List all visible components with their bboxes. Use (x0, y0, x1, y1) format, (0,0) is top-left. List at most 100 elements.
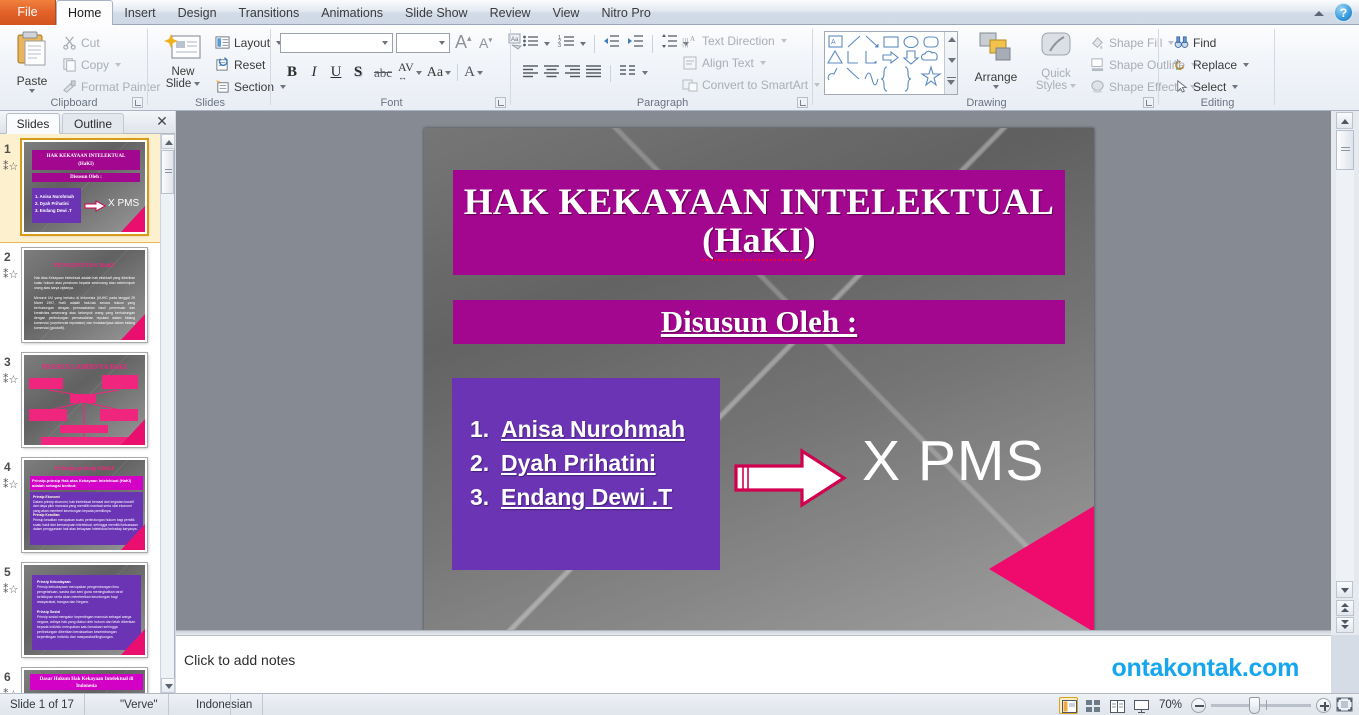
underline-button[interactable]: U (326, 64, 346, 81)
slide-thumbnail-2[interactable]: 2 ⁑☆ PENGERTIAN HaKI Hak Atas Kekayaan I… (0, 242, 160, 347)
align-text-button[interactable]: Align Text (678, 53, 770, 73)
language-indicator[interactable]: Indonesian (186, 694, 264, 715)
drawing-dialog-launcher[interactable] (1143, 97, 1154, 108)
panel-scroll-up-button[interactable] (161, 134, 175, 149)
shapes-scroll-up-icon[interactable] (948, 37, 956, 42)
tab-slide-show[interactable]: Slide Show (394, 2, 479, 25)
font-size-caret-icon[interactable] (439, 41, 445, 45)
shapes-scroll-down-icon[interactable] (948, 58, 956, 63)
panel-scroll-down-button[interactable] (161, 678, 175, 693)
slide-show-view-button[interactable] (1131, 697, 1150, 714)
font-name-input[interactable] (280, 33, 393, 53)
convert-to-smartart-button[interactable]: Convert to SmartArt (678, 75, 824, 95)
tab-design[interactable]: Design (167, 2, 228, 25)
align-left-button[interactable] (522, 63, 539, 83)
strikethrough-button[interactable]: abc (370, 65, 396, 81)
arrange-caret-icon[interactable] (993, 85, 999, 89)
previous-slide-button[interactable] (1336, 600, 1354, 616)
zoom-slider-handle[interactable] (1249, 696, 1260, 714)
italic-button[interactable]: I (304, 64, 324, 81)
reading-view-button[interactable] (1107, 697, 1126, 714)
select-button[interactable]: Select (1170, 77, 1242, 96)
slide-names-box[interactable]: 1. Anisa Nurohmah 2. Dyah Prihatini 3. E… (452, 378, 720, 570)
shrink-font-button[interactable]: A▾ (479, 35, 492, 51)
justify-button[interactable] (585, 63, 602, 83)
align-text-caret-icon[interactable] (759, 61, 766, 65)
tab-transitions[interactable]: Transitions (228, 2, 311, 25)
slide-thumbnail-3[interactable]: 3 ⁑☆ PROSES LAHIRNYA HaKI (0, 347, 160, 452)
shapes-more-icon[interactable] (947, 77, 956, 85)
panel-scrollbar[interactable] (160, 134, 175, 693)
scroll-down-button[interactable] (1336, 581, 1353, 598)
numbering-caret-icon[interactable] (580, 41, 586, 46)
chevron-up-icon[interactable] (1311, 5, 1327, 21)
font-dialog-launcher[interactable] (495, 97, 506, 108)
font-name-caret-icon[interactable] (382, 41, 388, 45)
quick-styles-button[interactable]: Quick Styles (1028, 31, 1084, 92)
increase-indent-button[interactable] (627, 33, 644, 54)
text-direction-button[interactable]: ||| A Text Direction (678, 31, 791, 51)
decrease-indent-button[interactable] (603, 33, 620, 54)
text-shadow-button[interactable]: S (348, 64, 368, 81)
tab-insert[interactable]: Insert (113, 2, 166, 25)
slide-sorter-view-button[interactable] (1083, 697, 1102, 714)
zoom-out-button[interactable] (1191, 697, 1206, 713)
thumbnail-image[interactable]: PROSES LAHIRNYA HaKI (21, 352, 148, 448)
bold-button[interactable]: B (282, 64, 302, 81)
tab-nitro-pro[interactable]: Nitro Pro (590, 2, 661, 25)
slide-title-placeholder[interactable]: HAK KEKAYAAN INTELEKTUAL (HaKI) (453, 170, 1065, 275)
help-icon[interactable]: ? (1334, 3, 1353, 22)
line-spacing-button[interactable] (661, 33, 678, 54)
thumbnail-image[interactable]: Prinsip Kebudayaan Prinsip kebudayaan me… (21, 562, 148, 658)
close-icon[interactable]: ✕ (154, 114, 170, 130)
slide-callout-text[interactable]: X PMS (862, 428, 1044, 494)
select-caret-icon[interactable] (1232, 84, 1239, 89)
tab-slides[interactable]: Slides (6, 113, 60, 134)
next-slide-button[interactable] (1336, 617, 1354, 633)
font-color-button[interactable]: A (464, 64, 483, 81)
tab-outline[interactable]: Outline (62, 113, 124, 134)
grow-font-button[interactable]: A▴ (455, 32, 472, 53)
align-center-button[interactable] (543, 63, 560, 83)
slide-thumbnail-1[interactable]: 1 ⁑☆ HAK KEKAYAAN INTELEKTUAL (HaKI) Disu… (0, 134, 160, 243)
change-case-button[interactable]: Aa (427, 65, 452, 81)
text-direction-caret-icon[interactable] (780, 39, 787, 43)
change-case-caret-icon[interactable] (445, 70, 452, 75)
reset-button[interactable]: Reset (211, 55, 269, 74)
slide-thumbnail-4[interactable]: 4 ⁑☆ Prinsip-prinsip HaKI Prinsip-prinsi… (0, 452, 160, 557)
paste-caret-icon[interactable] (29, 89, 35, 93)
copy-caret-icon[interactable] (115, 62, 122, 67)
slide-counter[interactable]: Slide 1 of 17 (0, 694, 85, 715)
columns-button[interactable] (619, 63, 636, 83)
clipboard-dialog-launcher[interactable] (132, 97, 143, 108)
find-button[interactable]: Find (1170, 33, 1220, 52)
paragraph-dialog-launcher[interactable] (797, 97, 808, 108)
paste-button[interactable]: Paste (6, 31, 58, 93)
tab-animations[interactable]: Animations (310, 2, 394, 25)
quick-styles-caret-icon[interactable] (1070, 83, 1077, 88)
slide-thumbnail-5[interactable]: 5 ⁑☆ Prinsip Kebudayaan Prinsip kebudaya… (0, 557, 160, 662)
scroll-up-button[interactable] (1336, 112, 1353, 129)
thumbnail-image[interactable]: Prinsip-prinsip HaKI Prinsip-prinsip Hak… (21, 457, 148, 553)
fit-slide-to-window-button[interactable] (1336, 697, 1355, 714)
cut-button[interactable]: Cut (58, 33, 104, 52)
zoom-in-button[interactable] (1316, 697, 1331, 713)
replace-caret-icon[interactable] (1243, 62, 1250, 67)
replace-button[interactable]: ab ac Replace (1170, 55, 1253, 74)
normal-view-button[interactable] (1058, 696, 1078, 714)
font-color-caret-icon[interactable] (476, 70, 483, 75)
panel-scroll-thumb[interactable] (161, 150, 174, 194)
thumbnail-image[interactable]: PENGERTIAN HaKI Hak Atas Kekayaan Intele… (21, 247, 148, 343)
numbering-button[interactable]: 1 2 3 (558, 33, 575, 54)
character-spacing-button[interactable]: AV ↔ (398, 61, 422, 82)
tab-review[interactable]: Review (479, 2, 542, 25)
new-slide-button[interactable]: New Slide (157, 30, 209, 90)
shapes-gallery[interactable]: A (824, 31, 958, 95)
theme-name[interactable]: "Verve" (110, 694, 169, 715)
copy-button[interactable]: Copy (58, 55, 125, 74)
zoom-percentage[interactable]: 70% (1155, 699, 1186, 711)
slide-subtitle-placeholder[interactable]: Disusun Oleh : (453, 300, 1065, 344)
bullets-caret-icon[interactable] (544, 41, 550, 46)
tab-home[interactable]: Home (56, 0, 114, 25)
columns-caret-icon[interactable] (642, 71, 648, 75)
